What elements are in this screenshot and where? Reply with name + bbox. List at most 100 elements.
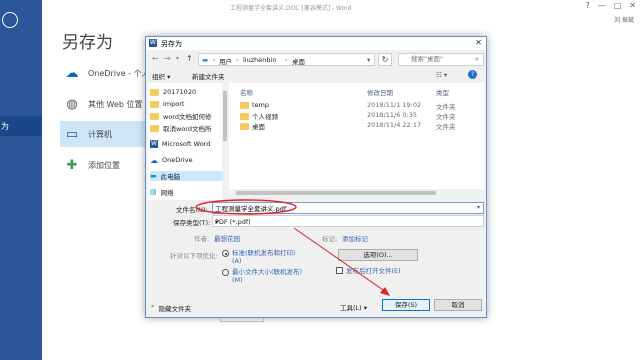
optimize-standard-radio[interactable]: 标准(联机发布和打印) (A)	[222, 249, 296, 265]
chevron-down-icon[interactable]: ▾	[477, 204, 480, 211]
scrollbar-thumb[interactable]	[223, 91, 227, 141]
folder-icon	[150, 100, 159, 108]
file-type: 文件夹	[436, 123, 456, 131]
column-header-date[interactable]: 修改日期	[367, 87, 393, 97]
dialog-close-icon[interactable]: ✕	[475, 38, 482, 47]
plus-icon: ✚	[66, 157, 78, 173]
close-icon[interactable]: ✕	[629, 1, 636, 10]
organize-button[interactable]: 组织 ▾	[152, 71, 170, 81]
forward-icon[interactable]: →	[164, 54, 171, 63]
nav-item-network[interactable]: ▤ 网络	[150, 187, 222, 197]
word-user-name[interactable]: 刘 振斌	[614, 15, 634, 24]
dialog-title: 另存为	[161, 40, 182, 48]
file-list-scrollbar[interactable]	[229, 189, 484, 197]
refresh-icon[interactable]: ↻	[378, 53, 392, 66]
file-row[interactable]: 桌面 2018/11/4 22:17 文件夹	[235, 121, 480, 131]
column-header-type[interactable]: 类型	[436, 87, 449, 97]
place-computer[interactable]: ▭ 计算机	[60, 121, 150, 147]
sidebar-item-save-as[interactable]: 为	[0, 116, 42, 136]
nav-item-label: OneDrive	[162, 156, 193, 164]
file-list: 名称 修改日期 类型 temp 2018/11/1 19:02 文件夹 个人视频…	[229, 83, 484, 189]
save-as-dialog: W 另存为 ✕ ← → ▾ ↑ ▬ › 用户 › liuzhenbin › 桌面…	[145, 36, 487, 318]
navigation-bar: ← → ▾ ↑ ▬ › 用户 › liuzhenbin › 桌面 ▾ ↻ ⌕	[146, 51, 486, 67]
filetype-select[interactable]: PDF (*.pdf) ▾	[212, 215, 484, 227]
column-header-name[interactable]: 名称	[240, 87, 253, 97]
chevron-right-icon: ›	[236, 56, 239, 64]
file-row[interactable]: 个人视频 2018/11/6 0:35 文件夹	[235, 111, 480, 121]
filename-label: 文件名(N):	[176, 206, 208, 214]
optimize-label: 针对以下项优化:	[170, 252, 218, 260]
scrollbar-thumb[interactable]	[236, 191, 436, 195]
nav-item-onedrive[interactable]: ☁ OneDrive	[150, 155, 222, 165]
radio-button[interactable]	[222, 269, 229, 276]
nav-item-this-pc[interactable]: ▬ 此电脑	[150, 171, 222, 181]
word-icon: W	[150, 140, 158, 148]
cancel-button[interactable]: 取消	[434, 299, 482, 311]
help-icon[interactable]: ?	[468, 70, 477, 79]
dialog-toolbar: 组织 ▾ 新建文件夹 ☷ ▾ ?	[146, 68, 486, 83]
minimize-icon[interactable]: —	[598, 1, 606, 10]
chevron-up-icon: ⌃	[150, 304, 156, 312]
open-after-publish-checkbox[interactable]: 发布后打开文件(E)	[336, 265, 401, 275]
checkbox-label: 发布后打开文件(E)	[346, 267, 401, 275]
radio-button[interactable]	[222, 250, 229, 257]
file-date: 2018/11/4 22:17	[367, 121, 422, 129]
place-label: OneDrive - 个人	[88, 68, 150, 78]
word-window-controls: ? — □ ✕	[585, 1, 636, 10]
up-icon[interactable]: ↑	[186, 54, 193, 63]
place-label: 计算机	[88, 129, 112, 139]
backstage-sidebar: 为	[0, 0, 42, 360]
search-input[interactable]	[411, 55, 471, 63]
nav-item[interactable]: word文档如何修	[150, 111, 222, 121]
chevron-down-icon[interactable]: ▾	[367, 56, 370, 64]
breadcrumb-item[interactable]: liuzhenbin	[243, 56, 276, 64]
nav-item-word[interactable]: W Microsoft Word	[150, 139, 222, 149]
maximize-icon[interactable]: □	[614, 1, 622, 10]
optimize-min-radio[interactable]: 最小文件大小(联机发布) (M)	[222, 268, 302, 284]
chevron-right-icon: ›	[285, 56, 288, 64]
view-icon[interactable]: ☷ ▾	[436, 71, 447, 79]
nav-item[interactable]: import	[150, 99, 222, 109]
place-onedrive[interactable]: ☁ OneDrive - 个人	[64, 60, 154, 86]
hide-folders-toggle[interactable]: ⌃ 隐藏文件夹	[150, 303, 191, 313]
new-folder-button[interactable]: 新建文件夹	[192, 71, 225, 81]
author-label: 作者:	[194, 235, 210, 243]
filename-input[interactable]	[215, 204, 465, 212]
filename-field[interactable]: ▾	[212, 202, 484, 214]
recent-dropdown-icon[interactable]: ▾	[176, 55, 179, 62]
back-icon[interactable]: ←	[152, 54, 159, 63]
globe-icon: ◍	[66, 96, 78, 112]
tags-label: 标记:	[322, 235, 338, 243]
cloud-icon: ☁	[150, 155, 158, 165]
nav-item[interactable]: 取消word文档所	[150, 123, 222, 133]
tools-dropdown[interactable]: 工具(L) ▾	[340, 302, 367, 312]
place-other-web[interactable]: ◍ 其他 Web 位置	[64, 91, 154, 117]
nav-item-label: 20171020	[163, 88, 197, 96]
save-button[interactable]: 保存(S)	[382, 299, 430, 311]
author-link[interactable]: 最想花园	[214, 233, 240, 243]
help-icon[interactable]: ?	[585, 1, 589, 10]
nav-item-label: 此电脑	[160, 173, 181, 181]
breadcrumb-item[interactable]: 桌面	[292, 56, 305, 66]
breadcrumb-item[interactable]: 用户	[219, 56, 232, 66]
checkbox[interactable]	[336, 266, 343, 274]
chevron-down-icon[interactable]: ▾	[215, 218, 480, 226]
computer-icon: ▭	[65, 126, 79, 142]
nav-item[interactable]: 20171020	[150, 87, 222, 97]
place-add[interactable]: ✚ 添加位置	[64, 152, 154, 178]
file-type: 文件夹	[436, 113, 456, 121]
computer-icon: ▬	[202, 56, 209, 64]
radio-label: 标准(联机发布和打印) (A)	[232, 249, 296, 265]
dialog-titlebar: W 另存为 ✕	[146, 37, 486, 50]
file-type: 文件夹	[436, 103, 456, 111]
search-box[interactable]: ⌕	[398, 53, 484, 66]
back-arrow-icon[interactable]	[2, 12, 18, 28]
file-row[interactable]: temp 2018/11/1 19:02 文件夹	[235, 101, 480, 111]
nav-scrollbar[interactable]	[222, 83, 228, 200]
hide-folders-label: 隐藏文件夹	[158, 305, 191, 313]
nav-item-label: 取消word文档所	[163, 125, 212, 133]
folder-icon	[150, 124, 159, 132]
address-bar[interactable]: ▬ › 用户 › liuzhenbin › 桌面 ▾	[198, 53, 375, 66]
options-button[interactable]: 选项(O)...	[338, 249, 418, 261]
tags-link[interactable]: 添加标记	[342, 233, 368, 243]
